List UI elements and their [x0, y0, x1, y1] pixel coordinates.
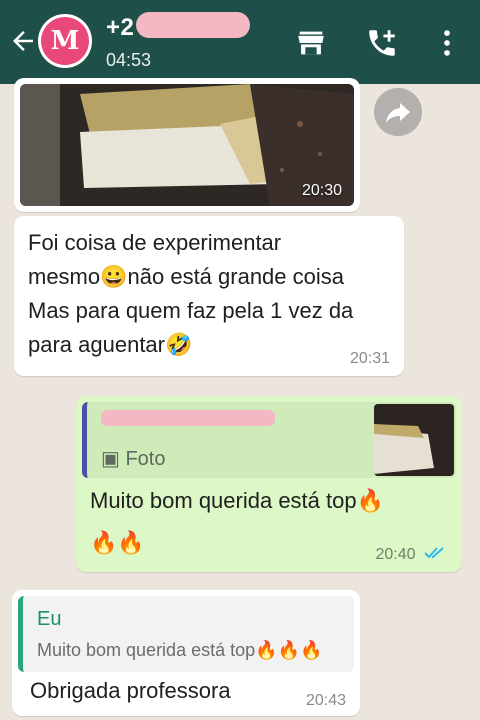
quoted-photo[interactable]: ▣ Foto — [82, 402, 456, 478]
quote-text: Muito bom querida está top🔥🔥🔥 — [37, 640, 323, 660]
photo-thumbnail-art — [374, 404, 454, 476]
message-time-status: 20:40 — [376, 546, 447, 564]
back-arrow-icon[interactable] — [8, 26, 38, 56]
message-time: 20:31 — [349, 350, 390, 367]
message-text: Foi coisa de experimentar mesmo😀não está… — [28, 230, 354, 357]
quoted-message[interactable]: Eu Muito bom querida está top🔥🔥🔥 — [18, 596, 354, 672]
photo-thumbnail — [374, 404, 454, 476]
store-icon[interactable] — [294, 26, 328, 60]
forward-icon[interactable] — [374, 88, 422, 136]
incoming-text-message[interactable]: Foi coisa de experimentar mesmo😀não está… — [14, 216, 404, 376]
contact-status: 04:53 — [106, 50, 152, 70]
message-time: 20:40 — [375, 546, 416, 563]
incoming-reply-message[interactable]: Eu Muito bom querida está top🔥🔥🔥 Obrigad… — [12, 590, 360, 716]
message-text: Muito bom querida está top🔥 🔥🔥 — [90, 488, 384, 555]
message-time: 20:30 — [301, 182, 342, 199]
redacted-name-mark — [136, 12, 250, 38]
message-time: 20:43 — [305, 692, 346, 709]
contact-name[interactable]: +2 — [106, 14, 134, 42]
avatar[interactable]: M — [38, 14, 92, 68]
outgoing-reply-message[interactable]: ▣ Foto Muito bom querida está top🔥 🔥🔥 20… — [76, 396, 462, 572]
quote-label: ▣ Foto — [101, 446, 165, 471]
double-check-icon — [424, 547, 444, 559]
avatar-logo: M — [41, 17, 89, 65]
cake-photo[interactable]: 20:30 — [20, 84, 354, 206]
message-text: Obrigada professora — [30, 678, 231, 703]
quote-author: Eu — [37, 608, 62, 630]
image-message[interactable]: 20:30 — [14, 78, 360, 212]
chat-header: M +2 04:53 — [0, 0, 480, 84]
redacted-quote-author — [101, 410, 275, 426]
add-call-icon[interactable] — [365, 26, 399, 60]
photo-icon: ▣ — [101, 448, 126, 470]
more-vertical-icon[interactable] — [430, 26, 464, 60]
quote-label-text: Foto — [125, 448, 166, 470]
